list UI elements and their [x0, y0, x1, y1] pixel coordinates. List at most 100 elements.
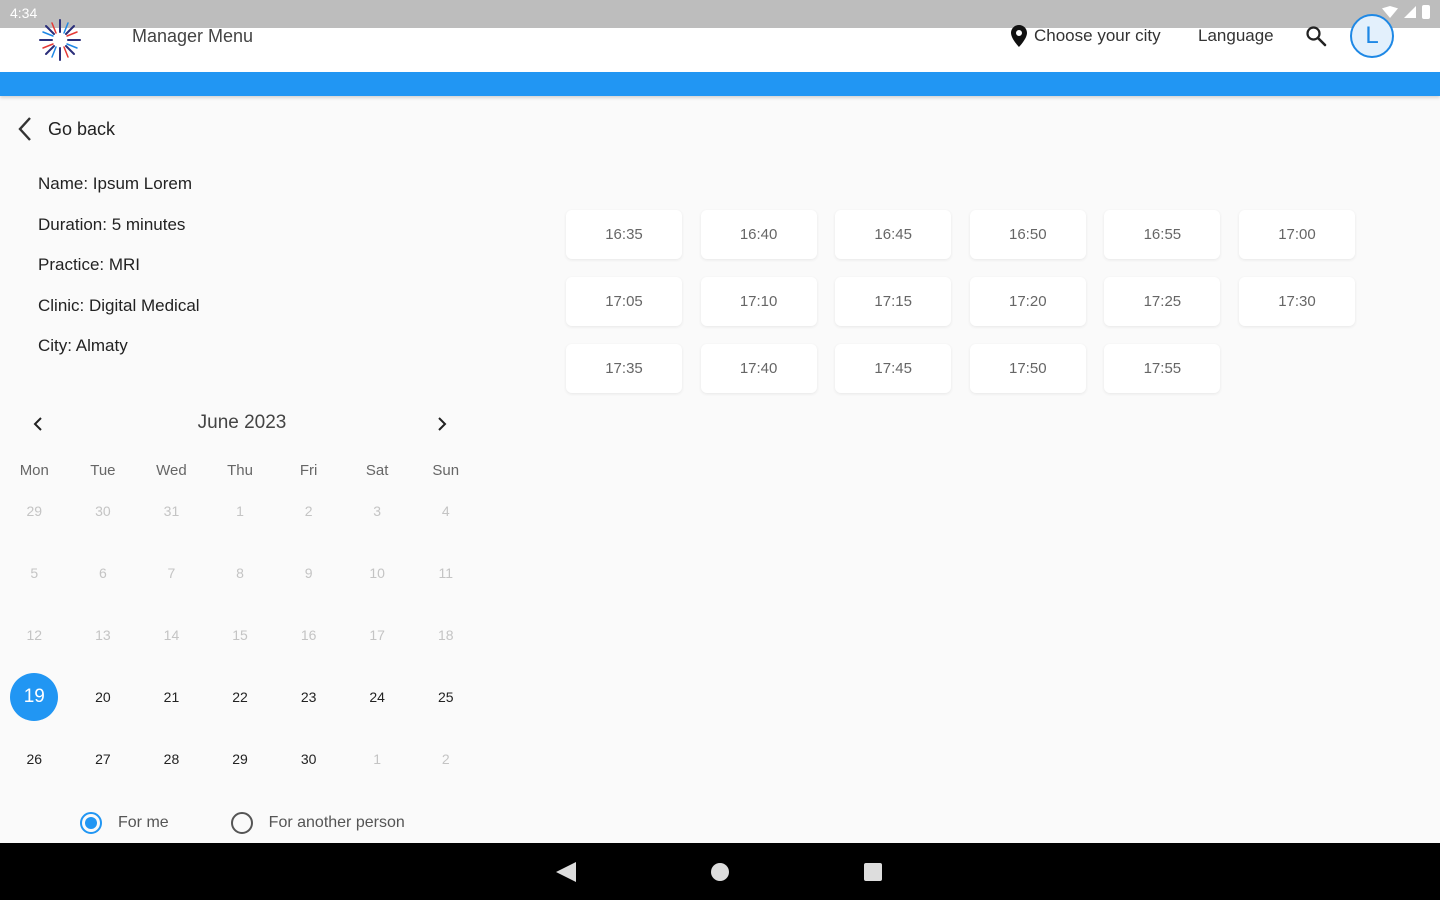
info-duration: Duration: 5 minutes [38, 214, 186, 234]
radio-label: For another person [268, 814, 405, 831]
choose-city-label: Choose your city [1034, 26, 1161, 45]
choose-city-button[interactable]: Choose your city [1010, 25, 1161, 47]
calendar-day[interactable]: 2 [411, 735, 480, 783]
selected-day-badge: 19 [10, 673, 59, 721]
go-back-button[interactable]: Go back [16, 116, 115, 142]
time-slot[interactable]: 17:45 [835, 344, 952, 393]
calendar-grid: 29 30 31 1 2 3 4 5 6 7 8 9 10 11 12 13 14 15 16 17 18 19 20 21 2… [0, 480, 480, 790]
calendar-day[interactable]: 2 [274, 487, 343, 535]
calendar-day[interactable]: 30 [69, 487, 138, 535]
chevron-right-icon[interactable] [430, 412, 454, 436]
calendar-day[interactable]: 25 [411, 673, 480, 721]
calendar-day[interactable]: 3 [343, 487, 412, 535]
calendar-day[interactable]: 28 [137, 735, 206, 783]
radio-button[interactable] [80, 812, 102, 834]
radio-for-another-person[interactable]: For another person [230, 812, 405, 834]
calendar-day[interactable]: 24 [343, 673, 412, 721]
weekday-label: Wed [156, 462, 187, 479]
calendar-day[interactable]: 17 [343, 611, 412, 659]
calendar-day[interactable]: 12 [0, 611, 69, 659]
calendar-week: 26 27 28 29 30 1 2 [0, 728, 480, 790]
time-slot[interactable]: 16:35 [566, 210, 682, 259]
calendar-month-title: June 2023 [197, 412, 287, 433]
calendar-day[interactable]: 13 [69, 611, 138, 659]
calendar-day[interactable]: 18 [411, 611, 480, 659]
calendar-day[interactable]: 9 [274, 549, 343, 597]
time-slot[interactable]: 17:00 [1238, 210, 1355, 259]
time-slot[interactable]: 17:30 [1238, 277, 1355, 326]
calendar-day-selected[interactable]: 19 [0, 673, 69, 721]
time-slot[interactable]: 17:35 [566, 344, 682, 393]
logo-icon [39, 19, 81, 61]
search-icon[interactable] [1304, 24, 1328, 48]
calendar-day[interactable]: 20 [69, 673, 138, 721]
calendar-day[interactable]: 6 [69, 549, 138, 597]
time-slot[interactable]: 17:40 [700, 344, 817, 393]
wifi-icon [1382, 6, 1398, 18]
time-slot[interactable]: 17:20 [969, 277, 1086, 326]
calendar-day[interactable]: 27 [69, 735, 138, 783]
info-name: Name: Ipsum Lorem [38, 174, 192, 193]
time-slot[interactable]: 17:05 [566, 277, 682, 326]
calendar-day[interactable]: 29 [0, 487, 69, 535]
location-pin-icon [1011, 25, 1027, 47]
time-slot[interactable]: 17:25 [1104, 277, 1221, 326]
time-slot[interactable]: 16:50 [969, 210, 1086, 259]
calendar-day[interactable]: 21 [137, 673, 206, 721]
info-city: City: Almaty [38, 336, 128, 356]
weekday-label: Thu [227, 462, 253, 479]
calendar-week: 5 6 7 8 9 10 11 [0, 542, 480, 604]
time-slots-grid: 16:35 16:40 16:45 16:50 16:55 17:00 17:05 17:10… [566, 210, 1366, 393]
calendar-day[interactable]: 7 [137, 549, 206, 597]
nav-recents-icon[interactable] [864, 863, 882, 881]
app-header: Manager Menu Choose your city Language L [0, 14, 1440, 72]
calendar-day[interactable]: 11 [411, 549, 480, 597]
info-clinic: Clinic: Digital Medical [38, 295, 200, 315]
info-practice: Practice: MRI [38, 255, 141, 275]
weekday-label: Tue [90, 462, 116, 479]
language-button[interactable]: Language [1198, 26, 1274, 46]
status-time: 4:34 [10, 5, 38, 21]
calendar-day[interactable]: 5 [0, 549, 69, 597]
time-slot[interactable]: 17:55 [1104, 344, 1221, 393]
appointment-info: Name: Ipsum Lorem Duration: 5 minutes Pr… [38, 172, 200, 375]
calendar-day[interactable]: 26 [0, 735, 69, 783]
calendar-day[interactable]: 31 [137, 487, 206, 535]
calendar-day[interactable]: 1 [206, 487, 275, 535]
radio-label: For me [118, 814, 169, 831]
calendar-day[interactable]: 22 [206, 673, 275, 721]
time-slot[interactable]: 17:50 [969, 344, 1086, 393]
radio-button[interactable] [230, 812, 253, 834]
android-nav-bar [0, 843, 1440, 900]
avatar[interactable]: L [1350, 14, 1394, 58]
booking-for-options: For me For another person [80, 812, 405, 834]
calendar-day[interactable]: 30 [274, 735, 343, 783]
calendar-day[interactable]: 23 [274, 673, 343, 721]
time-slot[interactable]: 16:45 [835, 210, 952, 259]
calendar-weekdays: Mon Tue Wed Thu Fri Sat Sun [0, 462, 480, 479]
calendar-day[interactable]: 8 [206, 549, 275, 597]
time-slot[interactable]: 17:15 [835, 277, 952, 326]
chevron-left-icon [18, 117, 31, 141]
time-slot[interactable]: 16:40 [700, 210, 817, 259]
time-slot[interactable]: 17:10 [700, 277, 817, 326]
nav-back-icon[interactable] [556, 862, 576, 882]
radio-for-me[interactable]: For me [80, 812, 169, 834]
calendar-day[interactable]: 10 [343, 549, 412, 597]
accent-bar [0, 72, 1440, 96]
time-slot[interactable]: 16:55 [1104, 210, 1221, 259]
calendar-day[interactable]: 4 [411, 487, 480, 535]
calendar-day[interactable]: 15 [206, 611, 275, 659]
weekday-label: Fri [299, 462, 318, 479]
status-bar: 4:34 [0, 0, 1440, 28]
calendar-week: 19 20 21 22 23 24 25 [0, 666, 480, 728]
nav-home-icon[interactable] [711, 863, 729, 881]
calendar-day[interactable]: 16 [274, 611, 343, 659]
page-title[interactable]: Manager Menu [132, 26, 253, 47]
calendar-week: 29 30 31 1 2 3 4 [0, 480, 480, 542]
go-back-label: Go back [48, 118, 116, 139]
calendar-day[interactable]: 14 [137, 611, 206, 659]
calendar-day[interactable]: 29 [206, 735, 275, 783]
signal-icon [1404, 6, 1416, 18]
calendar-day[interactable]: 1 [343, 735, 412, 783]
